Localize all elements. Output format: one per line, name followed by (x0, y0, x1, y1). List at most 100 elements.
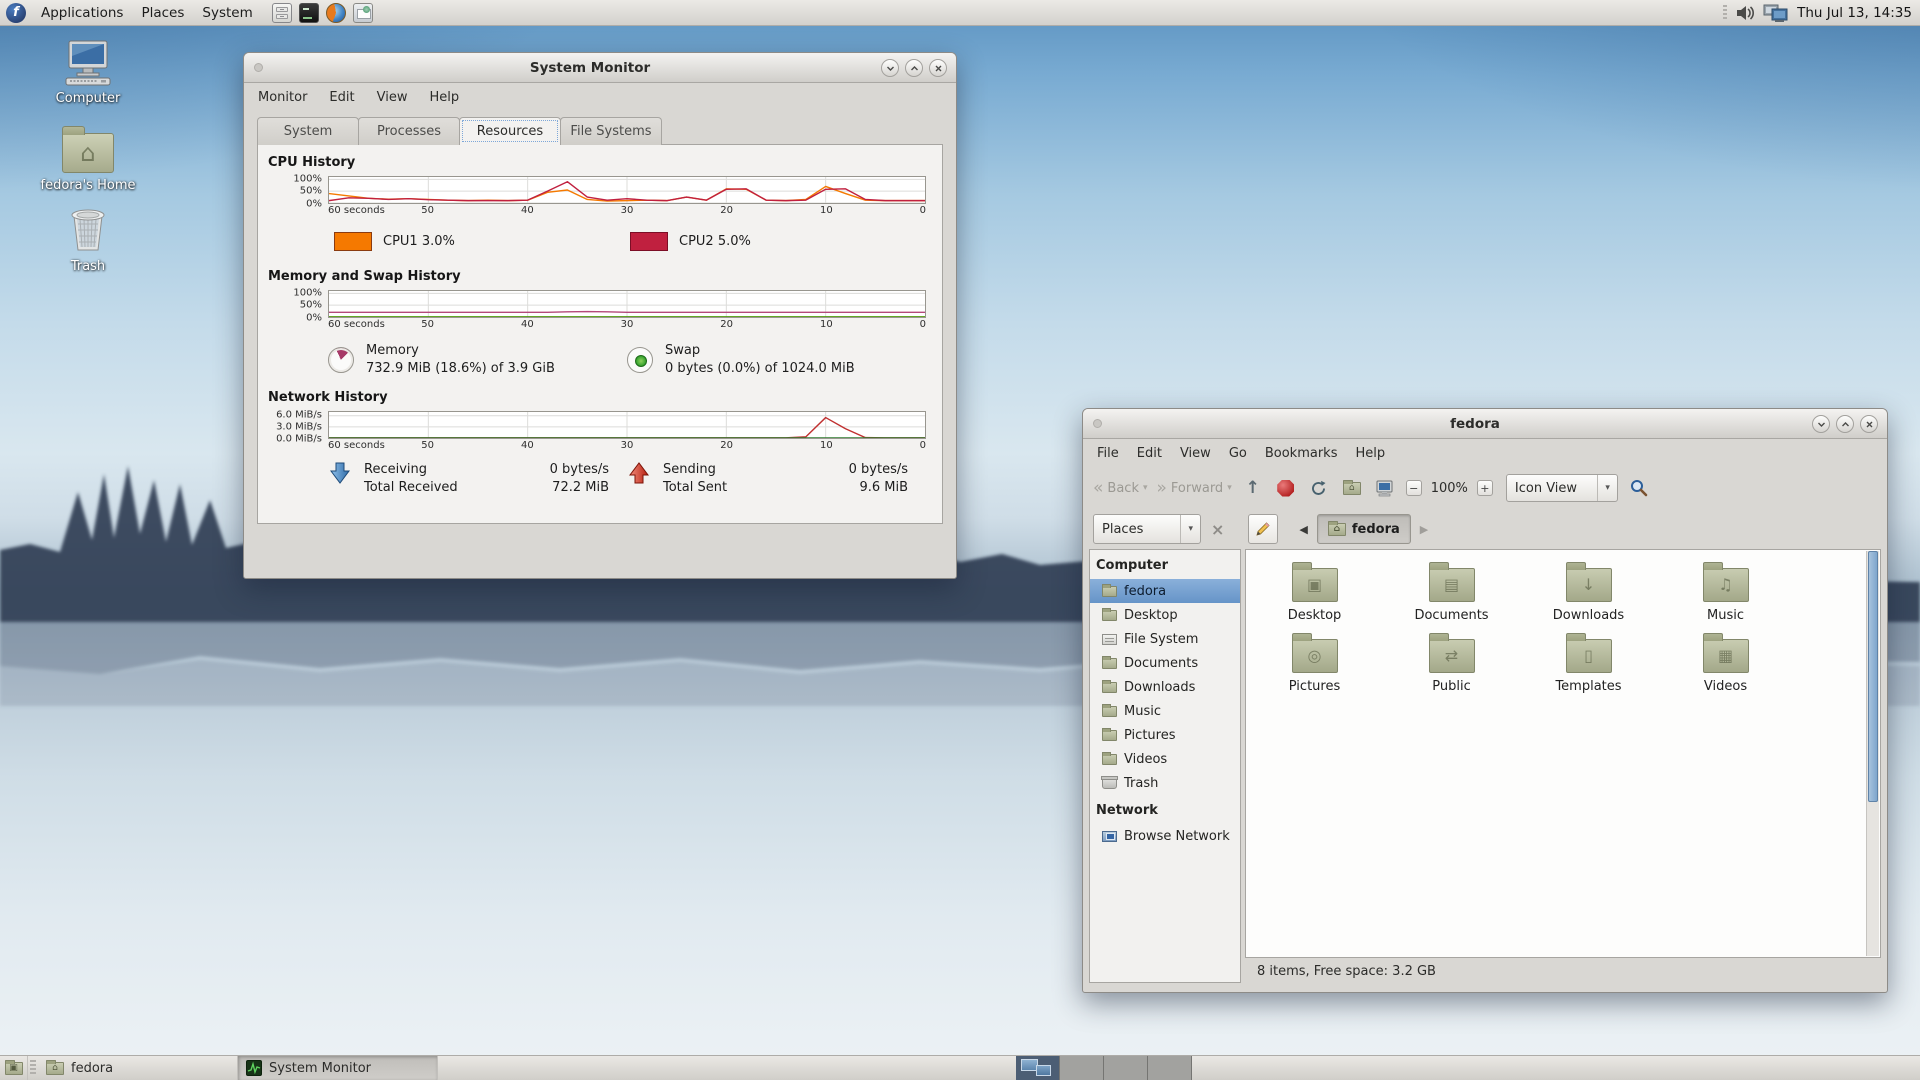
desktop-icon-trash[interactable]: Trash (28, 206, 148, 274)
folder-icon: ♫ (1702, 562, 1749, 602)
network-monitors-icon[interactable] (1763, 3, 1789, 23)
back-dropdown-icon[interactable]: ▾ (1143, 483, 1148, 493)
folder-item-documents[interactable]: ▤ Documents (1383, 560, 1520, 631)
back-button[interactable]: « Back ▾ (1093, 479, 1148, 497)
forward-button[interactable]: » Forward ▾ (1157, 479, 1232, 497)
titlebar[interactable]: System Monitor (244, 53, 956, 83)
sidebar-item-documents[interactable]: Documents (1090, 651, 1240, 675)
sidebar-item-downloads[interactable]: Downloads (1090, 675, 1240, 699)
sidebar-item-pictures[interactable]: Pictures (1090, 723, 1240, 747)
menu-places[interactable]: Places (132, 0, 193, 25)
folder-item-music[interactable]: ♫ Music (1657, 560, 1794, 631)
clock[interactable]: Thu Jul 13, 14:35 (1797, 5, 1912, 21)
folder-item-pictures[interactable]: ◎ Pictures (1246, 631, 1383, 702)
terminal-icon[interactable] (298, 2, 319, 23)
task-button-fedora[interactable]: ⌂ fedora (38, 1056, 238, 1080)
sidebar-item-music[interactable]: Music (1090, 699, 1240, 723)
tab-file-systems[interactable]: File Systems (560, 117, 662, 145)
workspace-3[interactable] (1104, 1056, 1148, 1080)
sidebar-item-videos[interactable]: Videos (1090, 747, 1240, 771)
trash-icon (1101, 775, 1118, 789)
file-pane[interactable]: ▣ Desktop ▤ Documents ↓ Downloads ♫ Musi… (1245, 549, 1881, 958)
tab-resources[interactable]: Resources (459, 117, 561, 145)
close-button[interactable] (1860, 415, 1878, 433)
folder-item-downloads[interactable]: ↓ Downloads (1520, 560, 1657, 631)
menu-view[interactable]: View (1180, 446, 1211, 461)
menu-monitor[interactable]: Monitor (258, 90, 307, 105)
menu-applications[interactable]: Applications (32, 0, 132, 25)
menu-bookmarks[interactable]: Bookmarks (1265, 446, 1338, 461)
show-desktop-button[interactable]: ▣ (0, 1056, 28, 1080)
zoom-out-button[interactable]: − (1405, 480, 1422, 496)
sidebar-item-desktop[interactable]: Desktop (1090, 603, 1240, 627)
minimize-button[interactable] (1812, 415, 1830, 433)
fedora-logo-icon[interactable]: f (6, 2, 26, 23)
window-menu-icon[interactable] (1093, 419, 1102, 428)
menu-help[interactable]: Help (429, 90, 459, 105)
close-button[interactable] (929, 59, 947, 77)
search-button[interactable] (1627, 476, 1651, 500)
close-sidebar-button[interactable]: × (1207, 520, 1228, 539)
zoom-level: 100% (1430, 480, 1468, 496)
up-button[interactable]: ↑ (1241, 476, 1265, 500)
folder-item-templates[interactable]: ▯ Templates (1520, 631, 1657, 702)
minimize-button[interactable] (881, 59, 899, 77)
folder-icon: ▯ (1565, 633, 1612, 673)
sidebar-item-fedora[interactable]: fedora (1090, 579, 1240, 603)
sidebar-item-file-system[interactable]: File System (1090, 627, 1240, 651)
top-panel: f Applications Places System Thu Jul 13,… (0, 0, 1920, 26)
maximize-button[interactable] (1836, 415, 1854, 433)
folder-item-desktop[interactable]: ▣ Desktop (1246, 560, 1383, 631)
desktop-icon-home[interactable]: ⌂ fedora's Home (28, 124, 148, 193)
task-button-system-monitor[interactable]: System Monitor (238, 1056, 438, 1080)
computer-button[interactable] (1373, 476, 1397, 500)
workspace-2[interactable] (1060, 1056, 1104, 1080)
menu-edit[interactable]: Edit (1137, 446, 1162, 461)
workspace-1[interactable] (1016, 1056, 1060, 1080)
places-combobox[interactable]: Places ▾ (1093, 514, 1201, 544)
maximize-button[interactable] (905, 59, 923, 77)
workspace-4[interactable] (1148, 1056, 1192, 1080)
menu-edit[interactable]: Edit (329, 90, 354, 105)
sidebar-header-computer: Computer (1096, 558, 1169, 573)
tab-processes[interactable]: Processes (358, 117, 460, 145)
window-menu-icon[interactable] (254, 63, 263, 72)
menu-view[interactable]: View (377, 90, 408, 105)
stop-button[interactable] (1274, 476, 1298, 500)
sidebar-item-trash[interactable]: Trash (1090, 771, 1240, 795)
tab-system[interactable]: System (257, 117, 359, 145)
menu-go[interactable]: Go (1229, 446, 1247, 461)
search-icon (1630, 480, 1648, 497)
desktop-icon-computer[interactable]: Computer (28, 40, 148, 106)
taskbar-handle[interactable] (30, 1060, 36, 1076)
memory-x-axis: 60 seconds 50 40 30 20 10 0 (328, 318, 926, 332)
axis-tick-label: 40 (520, 205, 534, 216)
panel-handle[interactable] (1723, 4, 1728, 21)
edit-location-button[interactable] (1248, 514, 1279, 544)
home-button[interactable]: ⌂ (1340, 476, 1364, 500)
volume-icon[interactable] (1735, 4, 1755, 22)
mail-icon[interactable] (352, 2, 373, 23)
forward-dropdown-icon[interactable]: ▾ (1227, 483, 1232, 493)
view-mode-combobox[interactable]: Icon View ▾ (1505, 474, 1618, 502)
folder-icon: ▤ (1428, 562, 1475, 602)
menu-system[interactable]: System (193, 0, 261, 25)
reload-button[interactable] (1307, 476, 1331, 500)
menu-file[interactable]: File (1097, 446, 1119, 461)
folder-item-public[interactable]: ⇄ Public (1383, 631, 1520, 702)
vertical-scrollbar[interactable] (1866, 551, 1879, 956)
titlebar[interactable]: fedora (1083, 409, 1887, 439)
bottom-taskbar: ▣ ⌂ fedora System Monitor (0, 1055, 1920, 1080)
sidebar-item-browse-network[interactable]: Browse Network (1090, 824, 1240, 848)
breadcrumb-fedora[interactable]: ⌂ fedora (1316, 514, 1411, 544)
network-history-heading: Network History (268, 390, 388, 405)
file-manager-icon[interactable] (271, 2, 292, 23)
scrollbar-thumb[interactable] (1868, 551, 1878, 803)
desktop-icon-label: Computer (55, 91, 121, 106)
menu-help[interactable]: Help (1355, 446, 1385, 461)
breadcrumb-scroll-right[interactable]: ▶ (1417, 523, 1431, 536)
folder-item-videos[interactable]: ▦ Videos (1657, 631, 1794, 702)
breadcrumb-scroll-left[interactable]: ◀ (1296, 523, 1310, 536)
zoom-in-button[interactable]: + (1476, 480, 1493, 496)
firefox-icon[interactable] (325, 2, 346, 23)
